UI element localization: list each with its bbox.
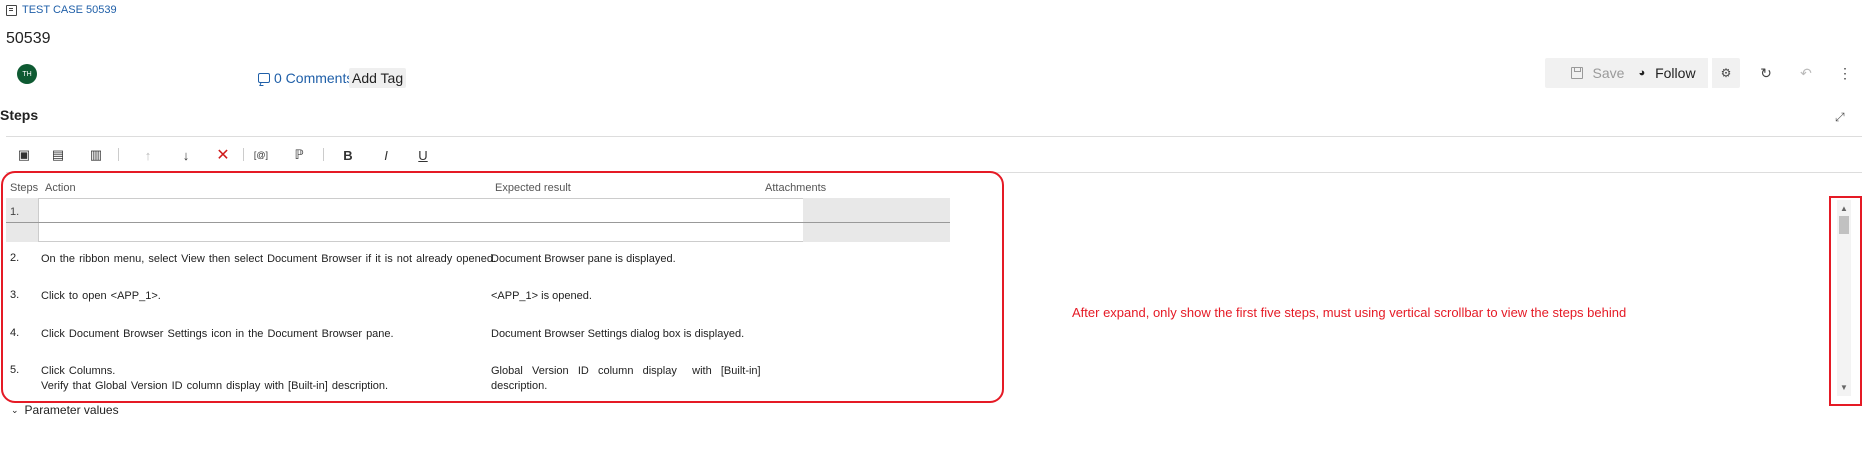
move-down-icon[interactable]: ↓: [176, 146, 196, 164]
step-number: 3.: [10, 289, 20, 301]
avatar[interactable]: TH: [17, 64, 37, 84]
steps-heading: Steps: [0, 107, 39, 123]
step-number: 2.: [10, 252, 20, 264]
step-attachments-cell[interactable]: [803, 198, 950, 242]
step-action[interactable]: Click Document Browser Settings icon in …: [41, 327, 394, 342]
gear-icon: ⚙: [1720, 66, 1732, 80]
col-attachments: Attachments: [765, 182, 827, 194]
table-row[interactable]: 1.: [6, 198, 950, 242]
col-expected: Expected result: [495, 182, 571, 194]
comment-icon: [258, 73, 270, 83]
more-actions-button[interactable]: ⋮: [1835, 63, 1855, 83]
divider: [6, 222, 950, 223]
follow-label: Follow: [1655, 65, 1696, 81]
step-expected-line2[interactable]: description.: [491, 379, 547, 394]
divider: [6, 136, 1862, 137]
parameter-icon[interactable]: [@]: [251, 146, 271, 164]
refresh-icon: ↻: [1760, 64, 1772, 81]
bold-icon[interactable]: B: [338, 146, 358, 164]
save-icon: [1570, 67, 1583, 79]
annotation-note: After expand, only show the first five s…: [1072, 305, 1627, 320]
save-label: Save: [1592, 65, 1625, 81]
step-expected[interactable]: <APP_1> is opened.: [491, 289, 592, 304]
scroll-up-arrow-icon[interactable]: ▲: [1840, 204, 1848, 213]
page-title[interactable]: 50539: [6, 30, 51, 48]
test-case-icon: [6, 4, 17, 16]
toolbar-separator: [243, 148, 244, 161]
delete-icon[interactable]: ✕: [213, 146, 233, 164]
col-action: Action: [45, 182, 76, 194]
toolbar-separator: [323, 148, 324, 161]
step-expected[interactable]: Global Version ID column display with [B…: [491, 364, 761, 379]
parameter-values-label: Parameter values: [24, 403, 119, 417]
step-number: 5.: [10, 364, 20, 376]
add-tag-button[interactable]: Add Tag: [349, 68, 407, 88]
chevron-down-icon: ⌄: [11, 404, 19, 415]
col-steps: Steps: [10, 182, 39, 194]
divider: [6, 172, 1862, 173]
step-expected[interactable]: Document Browser pane is displayed.: [491, 252, 676, 267]
create-shared-steps-icon[interactable]: ▥: [86, 146, 106, 164]
comments-label[interactable]: 0 Comments: [274, 70, 353, 86]
step-action[interactable]: Click Columns.: [41, 364, 115, 379]
step-expected[interactable]: Document Browser Settings dialog box is …: [491, 327, 744, 342]
vertical-scrollbar[interactable]: ▲ ▼: [1837, 200, 1851, 396]
scroll-down-arrow-icon[interactable]: ▼: [1840, 383, 1848, 392]
step-action[interactable]: On the ribbon menu, select View then sel…: [41, 252, 496, 267]
follow-settings-button[interactable]: ⚙: [1712, 58, 1740, 88]
italic-icon[interactable]: I: [376, 146, 396, 164]
refresh-button[interactable]: ↻: [1756, 63, 1776, 83]
toolbar-separator: [118, 148, 119, 161]
insert-shared-steps-icon[interactable]: ▤: [48, 146, 68, 164]
insert-step-icon[interactable]: ▣: [14, 146, 34, 164]
step-action-editor[interactable]: [38, 198, 804, 242]
step-action[interactable]: Click to open <APP_1>.: [41, 289, 161, 304]
comments-link[interactable]: 0 Comments: [258, 70, 353, 86]
eye-icon: ◕: [1638, 67, 1646, 79]
parameter-values-toggle[interactable]: ⌄ Parameter values: [11, 403, 119, 417]
breadcrumb[interactable]: TEST CASE 50539: [6, 4, 117, 16]
undo-button[interactable]: ↶: [1796, 63, 1816, 83]
underline-icon[interactable]: U: [413, 146, 433, 164]
attachment-icon[interactable]: ℙ: [289, 146, 309, 164]
step-number: 4.: [10, 327, 20, 339]
collapse-icon[interactable]: ⤢: [1835, 110, 1845, 125]
breadcrumb-label[interactable]: TEST CASE 50539: [22, 4, 117, 16]
step-action-line2[interactable]: Verify that Global Version ID column dis…: [41, 379, 388, 394]
step-number-cell: 1.: [6, 198, 38, 242]
follow-button[interactable]: ◕ Follow: [1626, 58, 1708, 88]
more-icon: ⋮: [1838, 64, 1852, 81]
scrollbar-thumb[interactable]: [1839, 216, 1849, 234]
move-up-icon[interactable]: ↑: [138, 146, 158, 164]
undo-icon: ↶: [1800, 64, 1812, 81]
